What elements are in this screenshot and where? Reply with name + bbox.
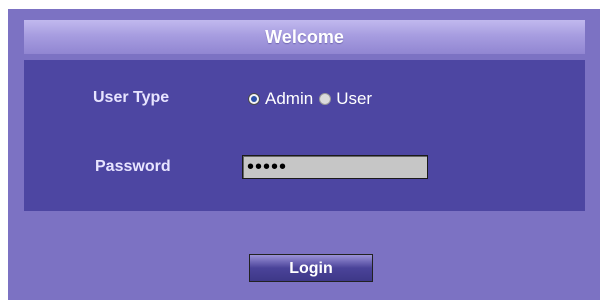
admin-option[interactable]: Admin xyxy=(248,89,313,109)
user-type-label: User Type xyxy=(93,89,170,106)
admin-radio[interactable] xyxy=(248,93,260,105)
user-type-radio-group: Admin User xyxy=(248,89,378,109)
user-radio[interactable] xyxy=(319,93,332,105)
user-radio-label[interactable]: User xyxy=(336,89,372,109)
password-label: Password xyxy=(95,158,171,175)
admin-radio-label[interactable]: Admin xyxy=(265,89,313,109)
login-form-panel xyxy=(24,60,585,211)
login-button[interactable]: Login xyxy=(249,254,373,282)
user-option[interactable]: User xyxy=(319,89,372,109)
welcome-header: Welcome xyxy=(24,20,585,54)
password-input[interactable]: ••••• xyxy=(242,155,428,179)
